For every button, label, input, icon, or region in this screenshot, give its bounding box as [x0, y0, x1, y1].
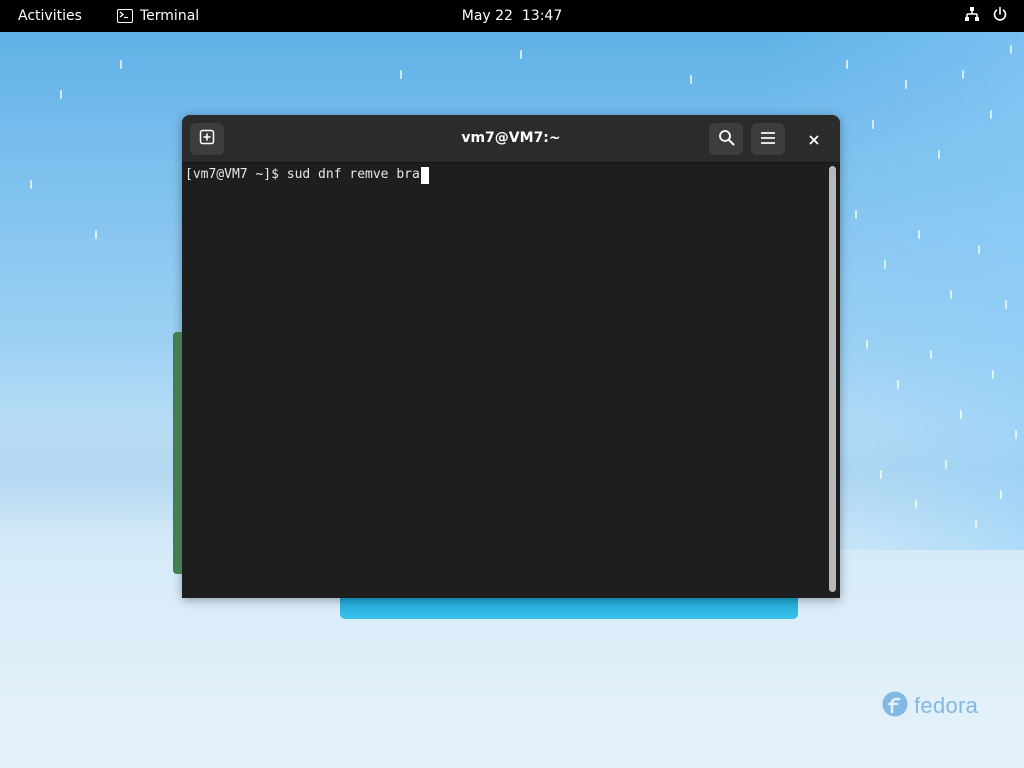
fedora-logo: fedora [882, 691, 978, 721]
search-button[interactable] [709, 123, 743, 155]
network-wired-icon[interactable] [964, 6, 980, 26]
clock-time[interactable]: 13:47 [522, 8, 562, 24]
close-button[interactable] [802, 127, 826, 151]
fedora-wordmark: fedora [914, 693, 979, 718]
terminal-content[interactable]: [vm7@VM7 ~]$ sud dnf remve bra [182, 163, 826, 598]
window-title: vm7@VM7:~ [461, 130, 561, 146]
app-menu-button[interactable]: Terminal [117, 0, 199, 32]
text-cursor [420, 166, 429, 184]
new-tab-button[interactable] [190, 123, 224, 155]
terminal-icon [117, 9, 133, 23]
scrollbar[interactable] [826, 163, 840, 598]
new-tab-icon [199, 129, 215, 149]
terminal-titlebar[interactable]: vm7@VM7:~ [182, 115, 840, 163]
search-icon [718, 129, 735, 150]
hamburger-menu-icon [760, 130, 776, 149]
background-window-edge[interactable] [340, 596, 798, 619]
clock-date[interactable]: May 22 [462, 8, 513, 24]
command-line: [vm7@VM7 ~]$ sud dnf remve bra [185, 166, 429, 184]
command-input[interactable]: sud dnf remve bra [287, 166, 420, 184]
terminal-window: vm7@VM7:~ [vm7@VM7 ~]$ sud dnf remve bra [182, 115, 840, 598]
power-icon[interactable] [992, 6, 1008, 26]
app-name: Terminal [140, 8, 200, 24]
top-bar: Activities Terminal May 22 13:47 [0, 0, 1024, 32]
close-icon [809, 130, 819, 149]
system-menu-button[interactable] [964, 0, 1008, 32]
shell-prompt: [vm7@VM7 ~]$ [185, 167, 287, 182]
activities-button[interactable]: Activities [18, 0, 82, 32]
fedora-icon [882, 691, 908, 721]
main-menu-button[interactable] [751, 123, 785, 155]
scrollbar-thumb[interactable] [829, 166, 836, 592]
